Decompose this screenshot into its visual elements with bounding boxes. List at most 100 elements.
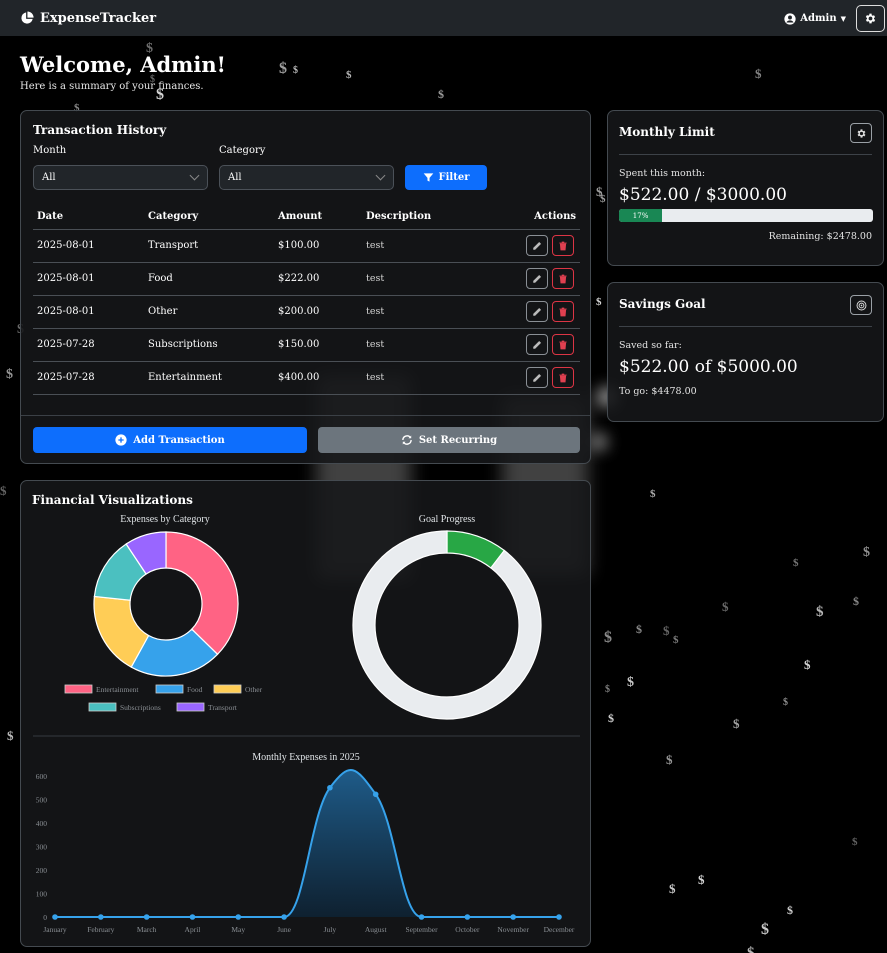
table-row: 2025-08-01 Food $222.00 test (33, 262, 580, 296)
month-label: Month (33, 145, 67, 156)
dollar-sign-decoration: $ (755, 66, 762, 81)
cell-date: 2025-07-28 (33, 361, 144, 395)
column-header-date: Date (33, 205, 144, 230)
data-point (189, 914, 196, 920)
cell-actions (472, 361, 580, 395)
delete-button[interactable] (552, 367, 574, 388)
chart-title: Goal Progress (419, 514, 475, 525)
dollar-sign-decoration: $ (650, 488, 656, 500)
category-select[interactable]: All (219, 165, 394, 190)
column-header-category: Category (144, 205, 274, 230)
edit-button[interactable] (526, 301, 548, 322)
set-recurring-button[interactable]: Set Recurring (318, 427, 580, 453)
plus-circle-icon (115, 434, 127, 446)
monthly-limit-title: Monthly Limit (619, 125, 715, 139)
data-point (510, 914, 516, 920)
edit-button[interactable] (526, 235, 548, 256)
month-select[interactable]: All (33, 165, 208, 190)
data-point (327, 784, 333, 791)
table-row: 2025-07-28 Subscriptions $150.00 test (33, 328, 580, 362)
dollar-sign-decoration: $ (636, 622, 642, 636)
dollar-sign-decoration: $ (787, 903, 793, 917)
category-select-value: All (228, 172, 242, 183)
dollar-sign-decoration: $ (596, 296, 602, 308)
edit-button[interactable] (526, 334, 548, 355)
cell-date: 2025-08-01 (33, 295, 144, 329)
brand-link[interactable]: ExpenseTracker (20, 11, 156, 26)
cell-description: test (362, 361, 472, 395)
x-tick-label: January (43, 925, 67, 934)
settings-button[interactable] (856, 5, 885, 32)
financial-visualizations-card: Financial Visualizations Expenses by Cat… (20, 480, 591, 947)
divider (619, 326, 872, 327)
dollar-sign-decoration: $ (663, 623, 670, 638)
monthly-limit-card: Monthly Limit Spent this month: $522.00 … (607, 110, 884, 266)
x-tick-label: April (185, 925, 201, 934)
dollar-sign-decoration: $ (853, 594, 859, 608)
y-tick-label: 0 (43, 913, 47, 922)
legend-swatch (213, 684, 242, 694)
y-tick-label: 500 (36, 796, 48, 805)
y-tick-label: 200 (36, 866, 48, 875)
welcome-section: Welcome, Admin! Here is a summary of you… (20, 52, 226, 92)
savings-goal-target-button[interactable] (850, 295, 872, 315)
area-fill (55, 770, 559, 917)
cell-amount: $150.00 (274, 328, 362, 362)
y-tick-label: 300 (36, 843, 48, 852)
saved-amount: $522.00 of $5000.00 (619, 357, 798, 377)
dollar-sign-decoration: $ (608, 711, 614, 725)
user-menu[interactable]: Admin ▼ (784, 12, 846, 25)
cell-category: Other (144, 295, 274, 329)
edit-button[interactable] (526, 268, 548, 289)
x-tick-label: December (544, 925, 575, 934)
cell-description: test (362, 262, 472, 296)
cell-actions (472, 295, 580, 329)
y-tick-label: 400 (36, 819, 48, 828)
target-icon (856, 300, 866, 310)
x-tick-label: August (365, 925, 388, 934)
chevron-down-icon (375, 170, 386, 181)
chart-title: Expenses by Category (120, 514, 209, 525)
legend-label: Transport (208, 703, 238, 712)
pencil-icon (533, 241, 542, 250)
user-name: Admin (800, 13, 837, 24)
cell-category: Food (144, 262, 274, 296)
dollar-sign-decoration: $ (804, 657, 811, 672)
trash-icon (559, 274, 567, 283)
divider (619, 154, 872, 155)
legend-swatch (176, 702, 205, 712)
delete-button[interactable] (552, 268, 574, 289)
dollar-sign-decoration: $ (293, 65, 298, 76)
spent-label: Spent this month: (619, 168, 706, 179)
delete-button[interactable] (552, 334, 574, 355)
delete-button[interactable] (552, 301, 574, 322)
refresh-icon (402, 435, 412, 445)
pie-chart-icon (21, 11, 34, 24)
x-tick-label: June (277, 925, 291, 934)
edit-button[interactable] (526, 367, 548, 388)
filter-button-label: Filter (438, 172, 470, 183)
transactions-table: Date Category Amount Description Actions… (33, 205, 580, 395)
spent-amount: $522.00 / $3000.00 (619, 185, 787, 205)
dollar-sign-decoration: $ (783, 697, 788, 708)
legend-label: Entertainment (96, 685, 139, 694)
legend-label: Food (187, 685, 203, 694)
column-header-description: Description (362, 205, 472, 230)
delete-button[interactable] (552, 235, 574, 256)
brand-name: ExpenseTracker (40, 10, 157, 26)
data-point (418, 914, 425, 920)
data-point (52, 914, 58, 920)
goal-slice (352, 530, 542, 720)
dollar-sign-decoration: $ (596, 184, 603, 199)
dollar-sign-decoration: $ (863, 545, 870, 560)
add-transaction-button[interactable]: Add Transaction (33, 427, 307, 453)
monthly-limit-settings-button[interactable] (850, 123, 872, 143)
page-subtitle: Here is a summary of your finances. (20, 81, 204, 92)
dollar-sign-decoration: $ (722, 599, 729, 614)
data-point (556, 914, 562, 920)
cell-actions (472, 328, 580, 362)
remaining-amount: Remaining: $2478.00 (768, 231, 872, 242)
filter-button[interactable]: Filter (405, 165, 487, 190)
table-header-row: Date Category Amount Description Actions (33, 205, 580, 230)
data-point (281, 914, 287, 920)
